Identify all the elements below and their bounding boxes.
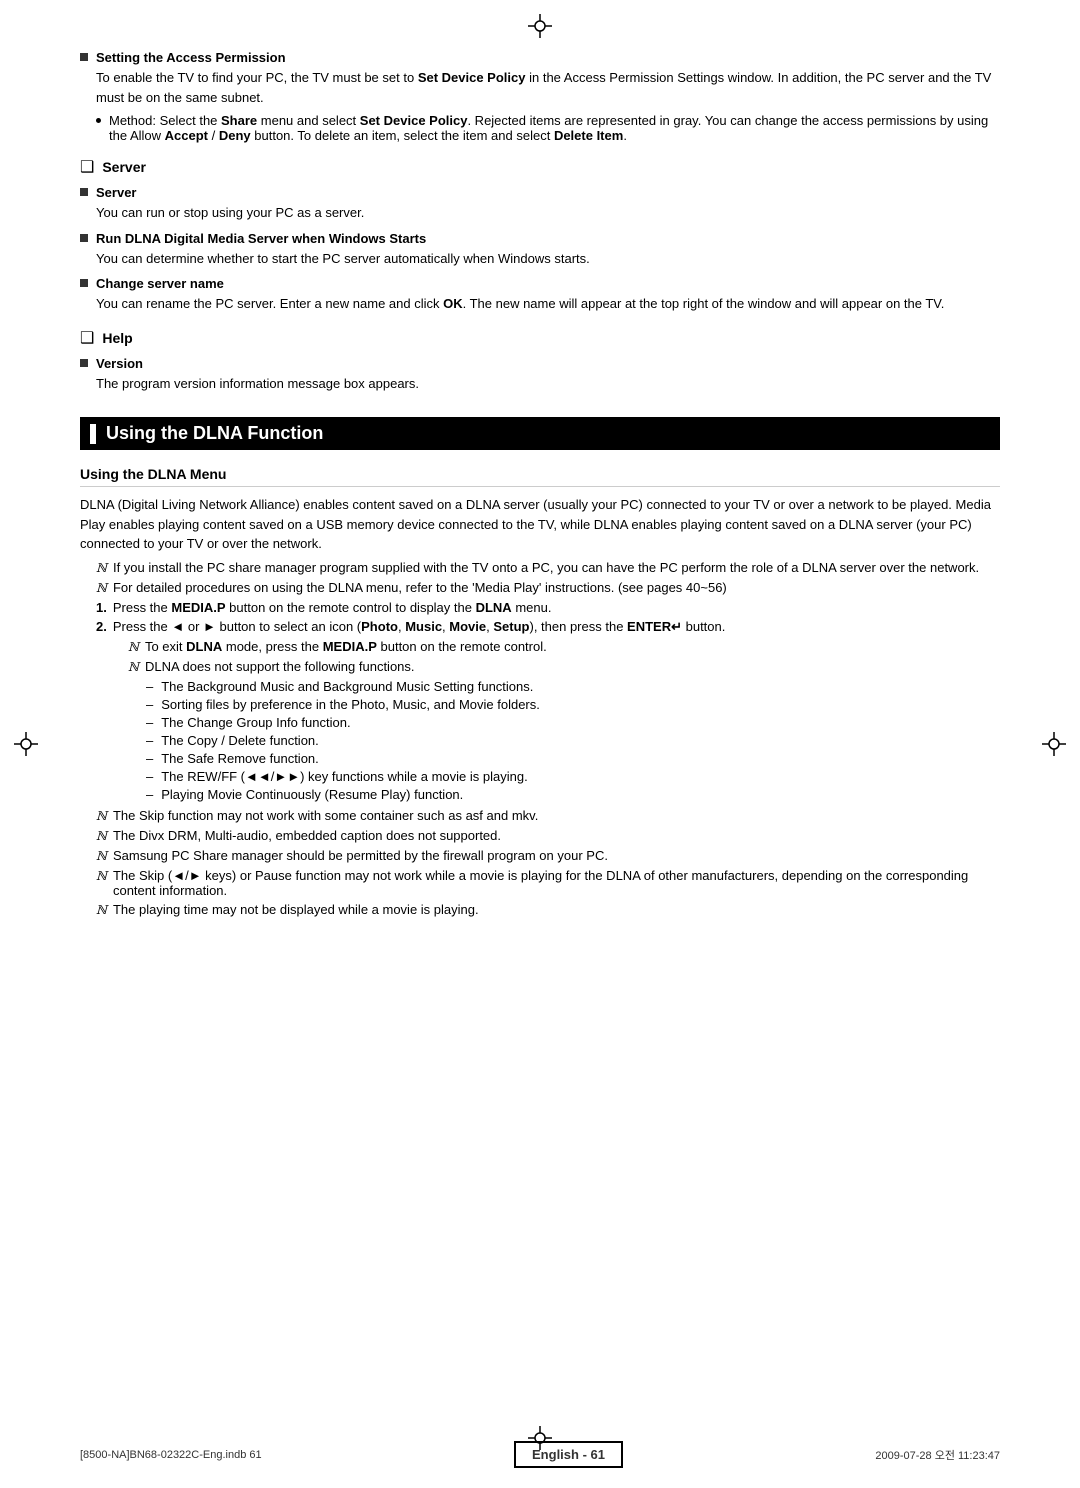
round-bullet-icon (96, 118, 101, 123)
dash-list: – The Background Music and Background Mu… (146, 679, 1000, 802)
dlna-intro-text: DLNA (Digital Living Network Alliance) e… (80, 495, 1000, 554)
main-content: Setting the Access Permission To enable … (80, 50, 1000, 918)
version-text: The program version information message … (96, 374, 1000, 394)
change-server-text: You can rename the PC server. Enter a ne… (96, 294, 1000, 314)
note-icon: ℕ (96, 903, 107, 918)
dash-item-5: – The Safe Remove function. (146, 751, 1000, 766)
crosshair-top-icon (528, 14, 552, 38)
dlna-menu-subheading: Using the DLNA Menu (80, 466, 1000, 487)
server-checkbox-heading: ❑ Server (80, 157, 1000, 177)
note-icon: ℕ (128, 640, 139, 655)
note-icon: ℕ (128, 660, 139, 675)
step2-note2: ℕ DLNA does not support the following fu… (128, 659, 1000, 675)
server-subheading: Server (80, 185, 1000, 200)
version-heading: Version (80, 356, 1000, 371)
crosshair-bottom-icon (528, 1426, 552, 1450)
access-permission-bullet-text: Method: Select the Share menu and select… (109, 113, 1000, 143)
checkbox-icon: ❑ (80, 157, 94, 177)
bullet-icon (80, 279, 88, 287)
bullet-icon (80, 188, 88, 196)
dash-item-7: – Playing Movie Continuously (Resume Pla… (146, 787, 1000, 802)
dlna-steps: 1. Press the MEDIA.P button on the remot… (96, 600, 1000, 802)
dlna-note6: ℕ The Skip (◄/► keys) or Pause function … (96, 868, 1000, 898)
step1: 1. Press the MEDIA.P button on the remot… (96, 600, 1000, 615)
page: Setting the Access Permission To enable … (0, 0, 1080, 1488)
help-checkbox-heading: ❑ Help (80, 328, 1000, 348)
note-icon: ℕ (96, 561, 107, 576)
dlna-note5: ℕ Samsung PC Share manager should be per… (96, 848, 1000, 864)
dlna-note2: ℕ For detailed procedures on using the D… (96, 580, 1000, 596)
step2-text: Press the ◄ or ► button to select an ico… (113, 619, 726, 635)
dash-item-2: – Sorting files by preference in the Pho… (146, 697, 1000, 712)
note-icon: ℕ (96, 829, 107, 844)
dash-item-1: – The Background Music and Background Mu… (146, 679, 1000, 694)
dlna-note1: ℕ If you install the PC share manager pr… (96, 560, 1000, 576)
checkbox-icon: ❑ (80, 328, 94, 348)
crosshair-right-icon (1042, 732, 1066, 756)
run-dlna-heading: Run DLNA Digital Media Server when Windo… (80, 231, 1000, 246)
note-icon: ℕ (96, 581, 107, 596)
step1-text: Press the MEDIA.P button on the remote c… (113, 600, 552, 615)
bullet-icon (80, 234, 88, 242)
crosshair-left-icon (14, 732, 38, 756)
access-permission-bullet1: Method: Select the Share menu and select… (96, 113, 1000, 143)
step2-note1: ℕ To exit DLNA mode, press the MEDIA.P b… (128, 639, 1000, 655)
dash-item-4: – The Copy / Delete function. (146, 733, 1000, 748)
bullet-icon (80, 53, 88, 61)
change-server-heading: Change server name (80, 276, 1000, 291)
footer-right: 2009-07-28 오전 11:23:47 (875, 1447, 1000, 1463)
dash-item-3: – The Change Group Info function. (146, 715, 1000, 730)
dlna-note4: ℕ The Divx DRM, Multi-audio, embedded ca… (96, 828, 1000, 844)
dlna-function-heading: Using the DLNA Function (80, 417, 1000, 450)
bullet-icon (80, 359, 88, 367)
server-text: You can run or stop using your PC as a s… (96, 203, 1000, 223)
run-dlna-text: You can determine whether to start the P… (96, 249, 1000, 269)
note-icon: ℕ (96, 849, 107, 864)
access-permission-section: Setting the Access Permission To enable … (80, 50, 1000, 143)
access-permission-heading: Setting the Access Permission (80, 50, 1000, 65)
note-icon: ℕ (96, 809, 107, 824)
footer-left: [8500-NA]BN68-02322C-Eng.indb 61 (80, 1449, 262, 1461)
dash-item-6: – The REW/FF (◄◄/►►) key functions while… (146, 769, 1000, 784)
dlna-note7: ℕ The playing time may not be displayed … (96, 902, 1000, 918)
step2: 2. Press the ◄ or ► button to select an … (96, 619, 1000, 635)
access-permission-text1: To enable the TV to find your PC, the TV… (96, 68, 1000, 107)
dlna-note3: ℕ The Skip function may not work with so… (96, 808, 1000, 824)
note-icon: ℕ (96, 869, 107, 884)
